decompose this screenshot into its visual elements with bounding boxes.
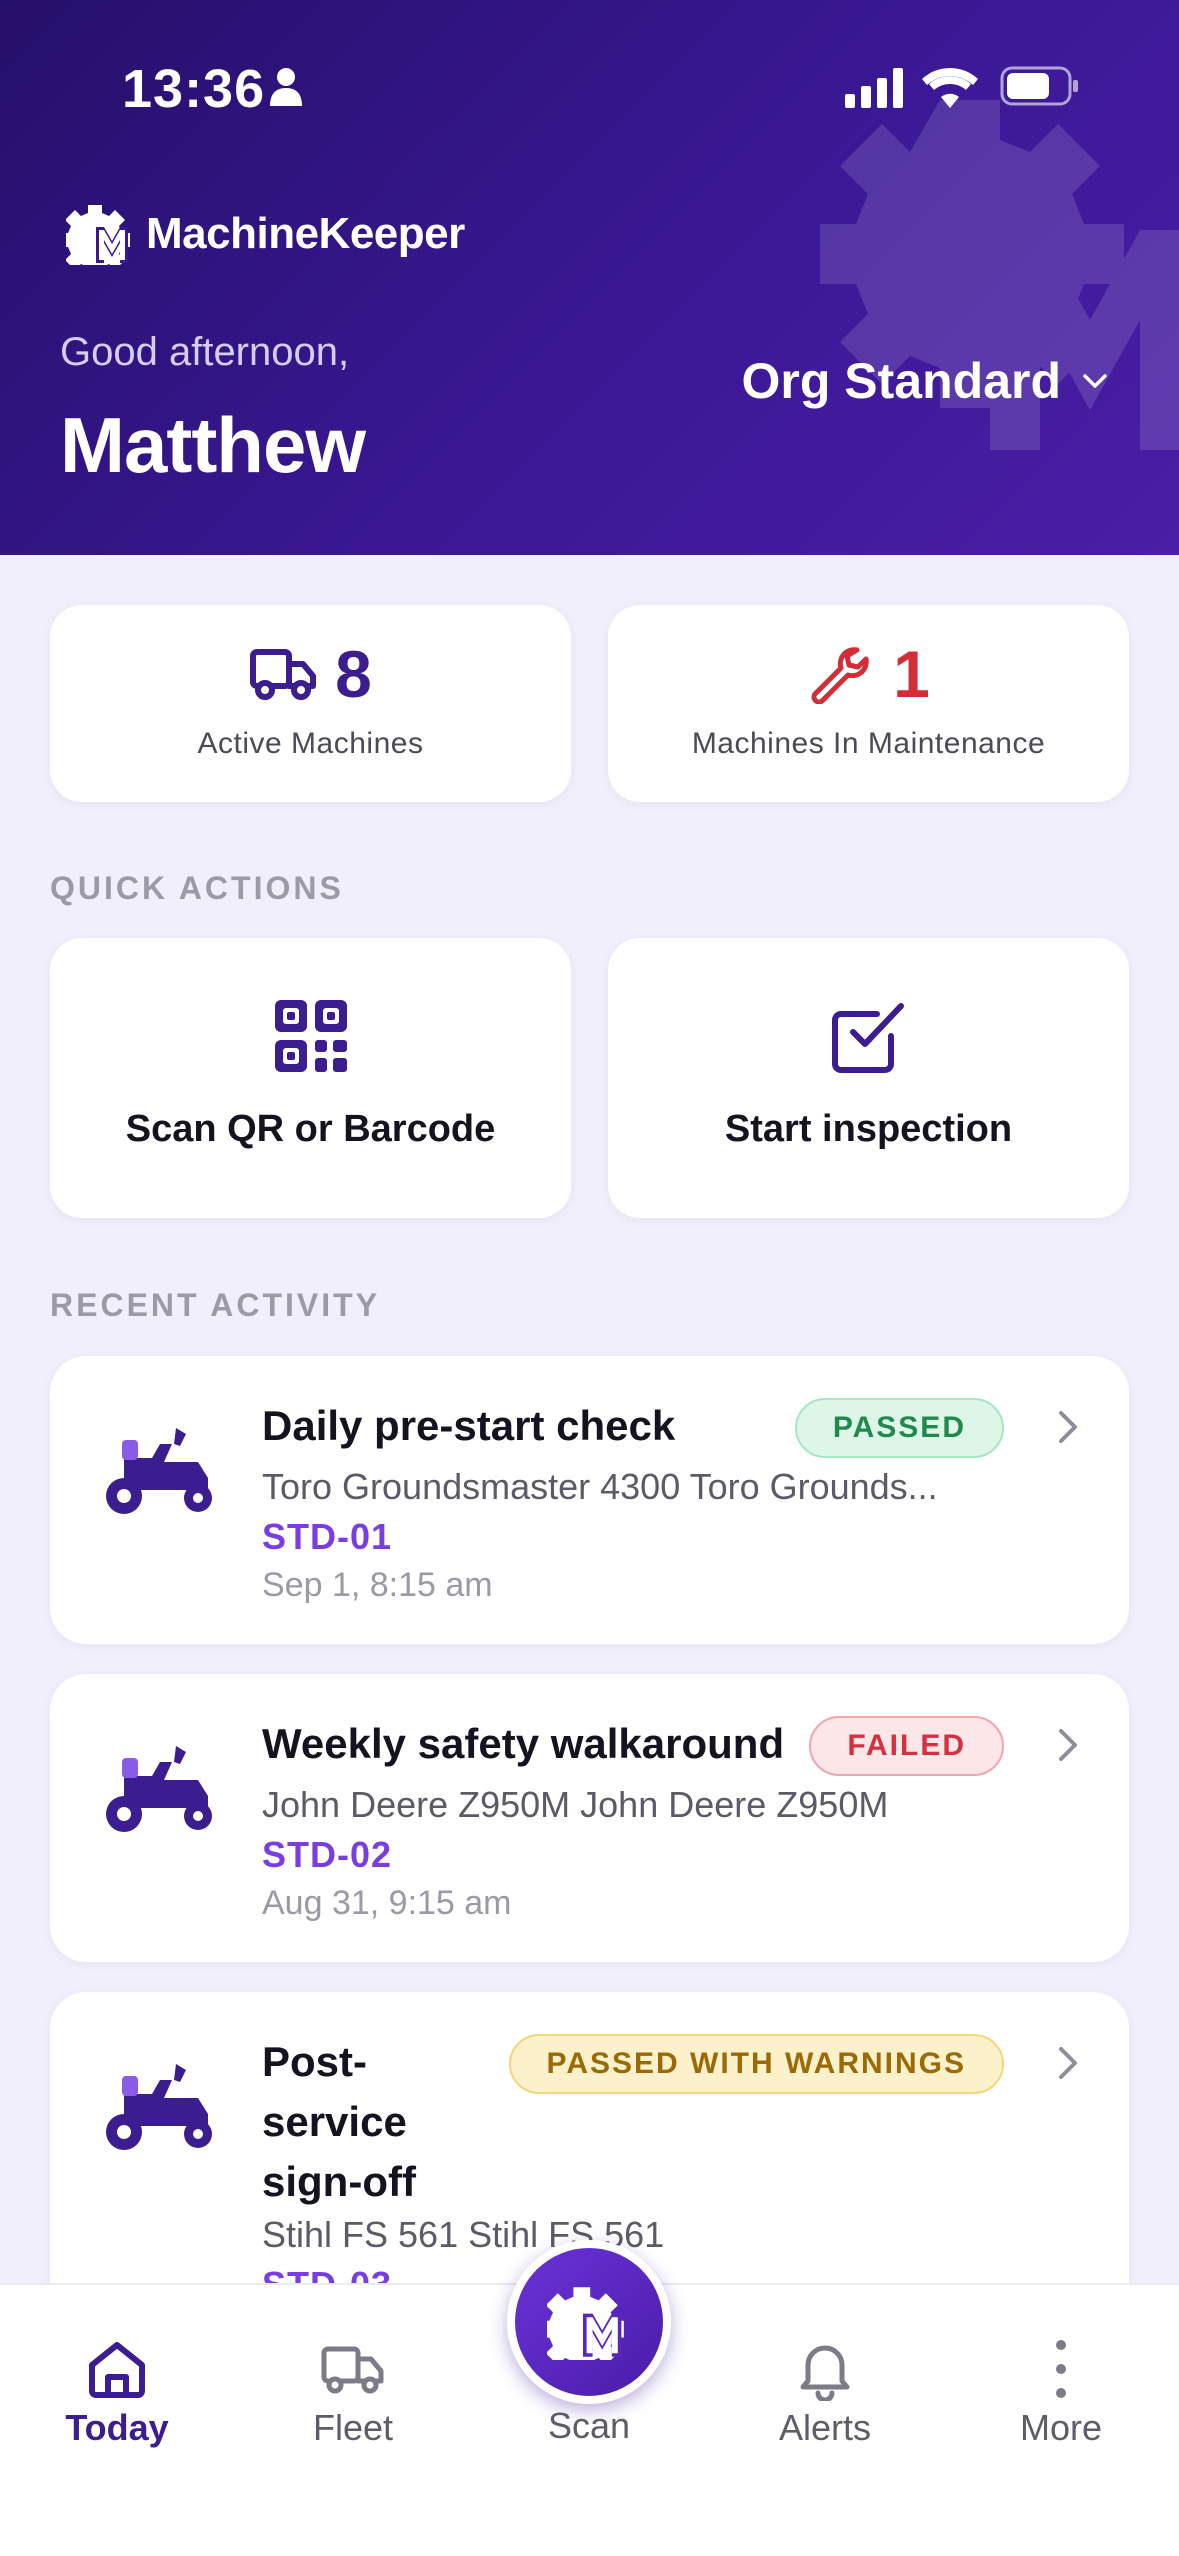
chevron-down-icon <box>1083 374 1107 388</box>
greeting-text: Good afternoon, <box>60 330 350 374</box>
nav-label-more: More <box>1019 2407 1103 2448</box>
activity-machine-code: STD-02 <box>262 1834 393 1875</box>
nav-tab-more[interactable]: More <box>961 2285 1161 2485</box>
activity-machine: Toro Groundsmaster 4300 Toro Grounds... <box>262 1466 938 1507</box>
activity-time: Sep 1, 8:15 am <box>262 1566 493 1604</box>
truck-icon <box>250 649 317 700</box>
chevron-right-icon <box>1059 1729 1077 1761</box>
ride-on-mower-icon <box>106 1428 212 1514</box>
activity-time: Aug 31, 9:15 am <box>262 1884 512 1922</box>
maintenance-machines-label: Machines In Maintenance <box>691 727 1046 760</box>
active-machines-card[interactable]: 8 Active Machines <box>50 605 571 802</box>
wrench-icon <box>811 647 869 704</box>
status-time: 13:36 <box>122 59 266 119</box>
scan-qr-button[interactable]: Scan QR or Barcode <box>50 938 571 1218</box>
scan-fab-button[interactable] <box>507 2240 671 2404</box>
nav-tab-today[interactable]: Today <box>17 2285 217 2485</box>
nav-label-today: Today <box>65 2407 169 2448</box>
start-inspection-label: Start inspection <box>724 1108 1013 1150</box>
active-machines-label: Active Machines <box>197 727 424 760</box>
activity-title: Weekly safety walkaround <box>262 1720 785 1767</box>
cellular-signal-icon <box>845 68 903 108</box>
nav-label-scan: Scan <box>547 2405 631 2446</box>
wifi-icon <box>922 68 978 108</box>
status-badge: PASSED WITH WARNINGS <box>508 2034 1004 2094</box>
nav-label-alerts: Alerts <box>778 2407 872 2448</box>
nav-label-fleet: Fleet <box>312 2407 394 2448</box>
chevron-right-icon <box>1059 1411 1077 1443</box>
bell-icon <box>800 2345 850 2401</box>
recent-activity-heading: RECENT ACTIVITY <box>50 1287 381 1323</box>
header-banner: 13:36 MachineKeeper Good afternoon, Matt… <box>0 0 1179 555</box>
ride-on-mower-icon <box>106 1746 212 1832</box>
activity-item[interactable]: Daily pre-start check PASSED Toro Ground… <box>50 1356 1129 1644</box>
activity-item[interactable]: Weekly safety walkaround FAILED John Dee… <box>50 1674 1129 1962</box>
qr-code-icon <box>274 1000 347 1072</box>
activity-title-line: sign-off <box>262 2158 416 2205</box>
machinekeeper-logo-icon <box>547 2287 624 2360</box>
truck-icon <box>321 2346 384 2394</box>
start-inspection-button[interactable]: Start inspection <box>608 938 1129 1218</box>
activity-machine: Stihl FS 561 Stihl FS 561 <box>262 2214 665 2255</box>
chevron-right-icon <box>1059 2047 1077 2079</box>
status-badge: FAILED <box>809 1716 1004 1776</box>
status-bar: 13:36 <box>0 0 1179 150</box>
more-vertical-icon <box>1056 2340 1066 2398</box>
person-icon <box>270 68 302 106</box>
org-switcher[interactable]: Org Standard <box>742 352 1109 410</box>
maintenance-machines-card[interactable]: 1 Machines In Maintenance <box>608 605 1129 802</box>
maintenance-machines-count: 1 <box>893 637 930 711</box>
brand-name: MachineKeeper <box>146 209 465 258</box>
active-machines-count: 8 <box>335 637 372 711</box>
nav-tab-fleet[interactable]: Fleet <box>253 2285 453 2485</box>
scan-qr-label: Scan QR or Barcode <box>125 1108 496 1150</box>
activity-title-line: Post- <box>262 2038 367 2085</box>
home-icon <box>89 2342 145 2398</box>
quick-actions-heading: QUICK ACTIONS <box>50 870 344 906</box>
activity-machine: John Deere Z950M John Deere Z950M <box>262 1784 889 1825</box>
nav-tab-alerts[interactable]: Alerts <box>725 2285 925 2485</box>
status-badge: PASSED <box>794 1398 1004 1458</box>
user-name: Matthew <box>60 401 366 489</box>
activity-title-line: service <box>262 2098 407 2145</box>
activity-machine-code: STD-01 <box>262 1516 393 1557</box>
brand-logo: MachineKeeper <box>66 203 465 265</box>
machinekeeper-logo-icon <box>66 205 130 265</box>
activity-title: Daily pre-start check <box>262 1402 676 1449</box>
ride-on-mower-icon <box>106 2064 212 2150</box>
battery-icon <box>1000 66 1078 106</box>
org-name: Org Standard <box>741 353 1061 409</box>
checkbox-icon <box>831 1003 904 1073</box>
